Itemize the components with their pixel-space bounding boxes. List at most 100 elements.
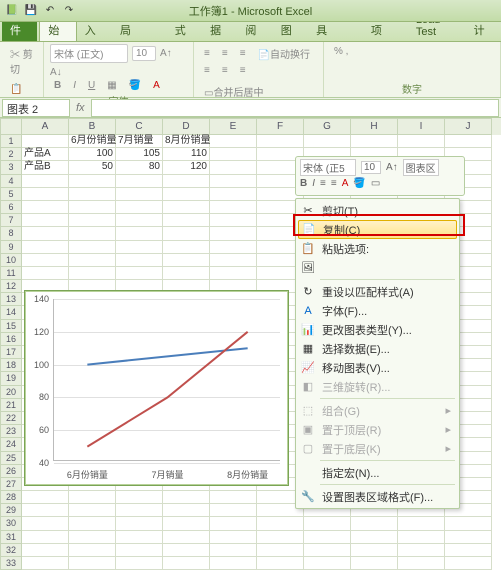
cell[interactable] bbox=[163, 517, 210, 530]
cell[interactable] bbox=[257, 135, 304, 148]
cell[interactable] bbox=[22, 267, 69, 280]
number-format-icon[interactable]: % , bbox=[330, 44, 352, 59]
cell[interactable] bbox=[163, 557, 210, 570]
cell[interactable] bbox=[398, 544, 445, 557]
cell[interactable]: 50 bbox=[69, 161, 116, 174]
row-header[interactable]: 15 bbox=[0, 320, 22, 333]
cell[interactable] bbox=[210, 504, 257, 517]
row-header[interactable]: 30 bbox=[0, 517, 22, 530]
select-all-corner[interactable] bbox=[0, 118, 22, 135]
col-A[interactable]: A bbox=[22, 118, 69, 135]
mini-italic-icon[interactable]: I bbox=[312, 178, 315, 189]
row-header[interactable]: 4 bbox=[0, 175, 22, 188]
cell[interactable] bbox=[210, 188, 257, 201]
row-header[interactable]: 27 bbox=[0, 478, 22, 491]
cell[interactable] bbox=[116, 557, 163, 570]
row-header[interactable]: 13 bbox=[0, 293, 22, 306]
row-header[interactable]: 7 bbox=[0, 214, 22, 227]
ctx-format-chart-area[interactable]: 🔧设置图表区域格式(F)... bbox=[296, 487, 459, 506]
cell[interactable] bbox=[116, 214, 163, 227]
row-header[interactable]: 23 bbox=[0, 425, 22, 438]
cell[interactable] bbox=[351, 135, 398, 148]
mini-size-combo[interactable]: 10 bbox=[361, 161, 381, 174]
row-header[interactable]: 28 bbox=[0, 491, 22, 504]
cell[interactable] bbox=[69, 254, 116, 267]
save-icon[interactable]: 💾 bbox=[23, 2, 39, 18]
ctx-cut[interactable]: ✂剪切(T) bbox=[296, 201, 459, 220]
cell[interactable] bbox=[210, 544, 257, 557]
cell[interactable] bbox=[69, 214, 116, 227]
cell[interactable] bbox=[116, 241, 163, 254]
cell[interactable] bbox=[163, 531, 210, 544]
row-header[interactable]: 12 bbox=[0, 280, 22, 293]
row-header[interactable]: 26 bbox=[0, 465, 22, 478]
row-header[interactable]: 2 bbox=[0, 148, 22, 161]
cell[interactable] bbox=[163, 188, 210, 201]
cell[interactable] bbox=[210, 254, 257, 267]
col-G[interactable]: G bbox=[304, 118, 351, 135]
cell[interactable] bbox=[69, 531, 116, 544]
cell[interactable] bbox=[116, 227, 163, 240]
cell[interactable] bbox=[69, 241, 116, 254]
increase-font-icon[interactable]: A↑ bbox=[160, 48, 172, 59]
ctx-paste-picture[interactable]: 🖼 bbox=[296, 258, 459, 277]
cell[interactable] bbox=[116, 254, 163, 267]
mini-align-icon[interactable]: ≡ bbox=[320, 178, 326, 189]
cell[interactable] bbox=[22, 135, 69, 148]
cell[interactable] bbox=[116, 504, 163, 517]
cell[interactable] bbox=[69, 504, 116, 517]
row-header[interactable]: 21 bbox=[0, 399, 22, 412]
cell[interactable] bbox=[163, 504, 210, 517]
row-header[interactable]: 9 bbox=[0, 241, 22, 254]
mini-area-combo[interactable]: 图表区 bbox=[403, 159, 439, 176]
cell[interactable] bbox=[22, 214, 69, 227]
mini-grow-icon[interactable]: A↑ bbox=[386, 162, 398, 173]
row-header[interactable]: 17 bbox=[0, 346, 22, 359]
cell[interactable] bbox=[351, 517, 398, 530]
row-header[interactable]: 31 bbox=[0, 531, 22, 544]
align-left-icon[interactable]: ≡ bbox=[200, 63, 214, 78]
cell[interactable]: 8月份销量 bbox=[163, 135, 210, 148]
cell[interactable] bbox=[163, 201, 210, 214]
embedded-chart[interactable]: 4060801001201406月份销量7月销量8月份销量 bbox=[24, 290, 289, 486]
row-header[interactable]: 22 bbox=[0, 412, 22, 425]
cell[interactable] bbox=[69, 544, 116, 557]
cell[interactable] bbox=[22, 227, 69, 240]
col-C[interactable]: C bbox=[116, 118, 163, 135]
cell[interactable] bbox=[22, 544, 69, 557]
cell[interactable] bbox=[398, 517, 445, 530]
cell[interactable] bbox=[69, 491, 116, 504]
cell[interactable] bbox=[116, 491, 163, 504]
mini-border-icon[interactable]: ▭ bbox=[371, 178, 380, 189]
cell[interactable] bbox=[163, 254, 210, 267]
ctx-select-data[interactable]: ▦选择数据(E)... bbox=[296, 339, 459, 358]
row-header[interactable]: 10 bbox=[0, 254, 22, 267]
row-header[interactable]: 32 bbox=[0, 544, 22, 557]
wrap-button[interactable]: 📄自动换行 bbox=[254, 44, 314, 63]
cell[interactable] bbox=[22, 201, 69, 214]
name-box[interactable]: 图表 2 bbox=[2, 99, 70, 117]
italic-button[interactable]: I bbox=[69, 78, 80, 93]
cell[interactable] bbox=[351, 531, 398, 544]
cell[interactable] bbox=[210, 201, 257, 214]
row-header[interactable]: 8 bbox=[0, 227, 22, 240]
cell[interactable] bbox=[304, 557, 351, 570]
row-header[interactable]: 16 bbox=[0, 333, 22, 346]
cell[interactable] bbox=[210, 517, 257, 530]
cell[interactable] bbox=[445, 544, 492, 557]
cell[interactable] bbox=[69, 557, 116, 570]
ctx-copy[interactable]: 📄复制(C) bbox=[298, 220, 457, 239]
cell[interactable] bbox=[22, 241, 69, 254]
mini-align2-icon[interactable]: ≡ bbox=[331, 178, 337, 189]
cell[interactable] bbox=[210, 148, 257, 161]
cell[interactable]: 7月销量 bbox=[116, 135, 163, 148]
cell[interactable] bbox=[210, 557, 257, 570]
font-color-icon[interactable]: A bbox=[149, 78, 164, 93]
font-name-combo[interactable]: 宋体 (正文) bbox=[50, 44, 128, 63]
row-header[interactable]: 11 bbox=[0, 267, 22, 280]
cell[interactable] bbox=[210, 175, 257, 188]
align-mid-icon[interactable]: ≡ bbox=[218, 46, 232, 61]
cell[interactable] bbox=[257, 544, 304, 557]
ctx-font[interactable]: A字体(F)... bbox=[296, 301, 459, 320]
cell[interactable] bbox=[163, 267, 210, 280]
